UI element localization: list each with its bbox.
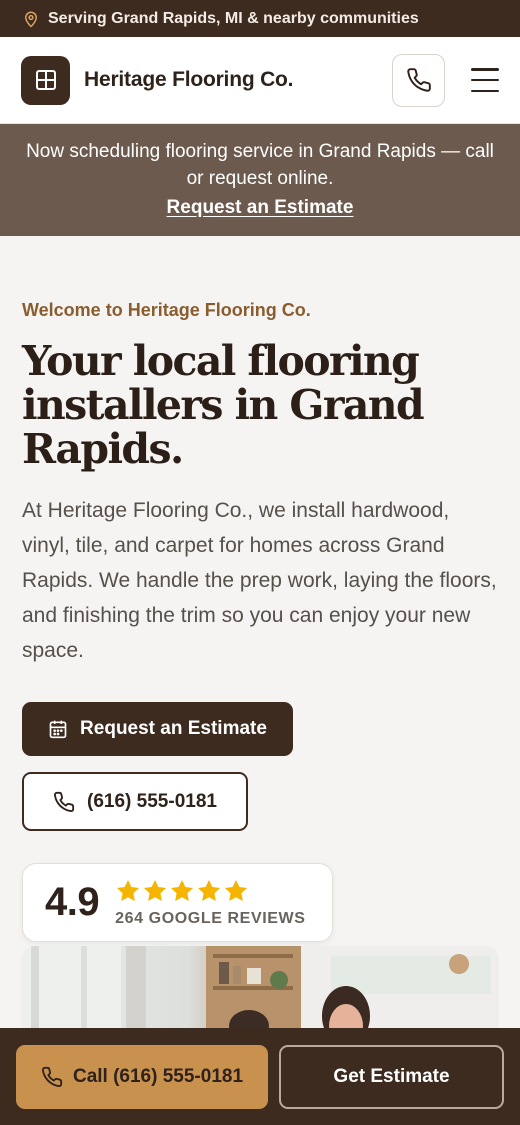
review-count: 264 GOOGLE REVIEWS <box>115 909 306 927</box>
google-rating-card: 4.9 264 GOOGLE REVIEWS <box>22 863 333 942</box>
notice-estimate-link[interactable]: Request an Estimate <box>167 197 354 219</box>
phone-icon <box>406 68 431 92</box>
request-estimate-button[interactable]: Request an Estimate <box>22 702 293 756</box>
star-rating <box>115 878 305 904</box>
calendar-icon <box>49 720 67 739</box>
site-header: Heritage Flooring Co. <box>0 37 520 124</box>
phone-number-label: (616) 555-0181 <box>87 790 217 812</box>
call-phone-button[interactable]: (616) 555-0181 <box>22 772 248 831</box>
sticky-call-label: Call (616) 555-0181 <box>72 1065 244 1087</box>
notice-message: Now scheduling flooring service in Grand… <box>26 141 494 189</box>
menu-icon[interactable] <box>471 68 499 92</box>
star-icon <box>198 879 221 901</box>
star-icon <box>171 879 194 901</box>
star-icon <box>144 879 167 901</box>
top-announcement-bar: Serving Grand Rapids, MI & nearby commun… <box>0 0 520 37</box>
scheduling-notice: Now scheduling flooring service in Grand… <box>0 124 520 236</box>
header-phone-button[interactable] <box>392 53 445 107</box>
rating-score: 4.9 <box>45 880 100 924</box>
hero-section: Welcome to Heritage Flooring Co. Your lo… <box>0 236 520 942</box>
star-icon <box>117 879 140 901</box>
grid-icon <box>35 70 56 90</box>
star-icon <box>225 879 248 901</box>
phone-icon <box>54 791 75 812</box>
sticky-call-button[interactable]: Call (616) 555-0181 <box>16 1044 268 1109</box>
hero-description: At Heritage Flooring Co., we install har… <box>22 499 497 662</box>
sticky-estimate-label: Get Estimate <box>333 1065 450 1087</box>
sticky-estimate-button[interactable]: Get Estimate <box>279 1044 504 1109</box>
hero-headline: Your local flooring installers in Grand … <box>22 337 425 473</box>
request-estimate-label: Request an Estimate <box>80 718 267 739</box>
service-area-text: Serving Grand Rapids, MI & nearby commun… <box>48 9 419 27</box>
brand-name[interactable]: Heritage Flooring Co. <box>84 68 294 92</box>
phone-icon <box>41 1066 63 1087</box>
logo[interactable] <box>21 55 70 105</box>
hero-eyebrow: Welcome to Heritage Flooring Co. <box>22 300 311 320</box>
sticky-cta-bar: Call (616) 555-0181 Get Estimate <box>0 1028 520 1125</box>
map-pin-icon <box>24 11 38 28</box>
